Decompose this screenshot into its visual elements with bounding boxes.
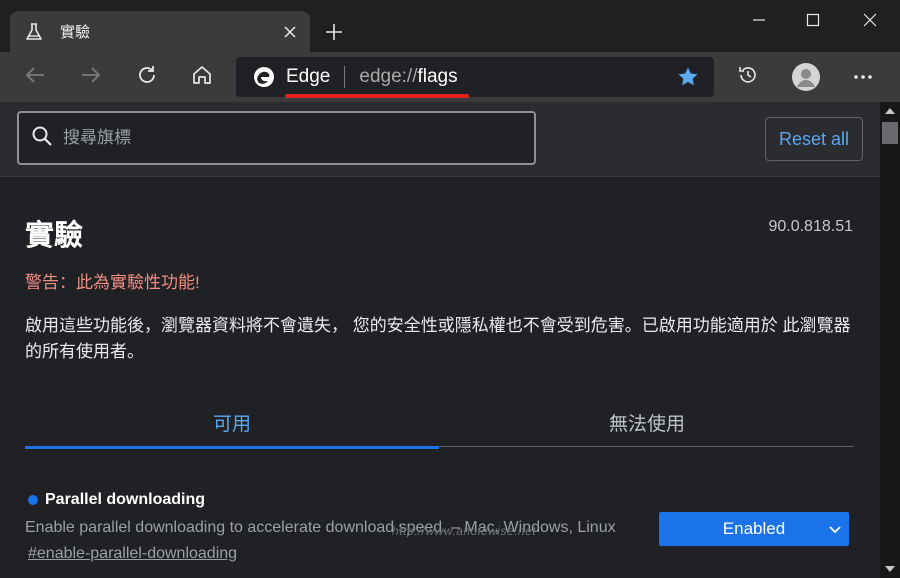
scroll-thumb[interactable] — [882, 122, 898, 144]
enabled-dot-icon — [28, 495, 38, 505]
tab-bar: 可用 無法使用 — [25, 397, 854, 449]
forward-button[interactable] — [74, 60, 108, 94]
flag-state-select[interactable]: Enabled — [659, 512, 849, 546]
flask-icon — [24, 22, 44, 42]
search-icon — [31, 125, 53, 152]
flag-name: Parallel downloading — [45, 491, 206, 508]
history-button[interactable] — [731, 60, 765, 94]
scroll-up-arrow-icon[interactable] — [880, 102, 900, 120]
chevron-down-icon — [827, 521, 843, 542]
edge-logo-icon — [252, 65, 276, 89]
search-header: Reset all — [0, 102, 880, 177]
version-label: 90.0.818.51 — [768, 218, 853, 235]
maximize-button[interactable] — [789, 4, 837, 36]
address-bar[interactable]: Edge edge://flags — [236, 57, 714, 97]
more-icon[interactable] — [846, 60, 880, 94]
refresh-icon — [136, 64, 158, 91]
page-title: 實驗 — [25, 220, 84, 252]
home-button[interactable] — [185, 60, 219, 94]
avatar[interactable] — [789, 60, 823, 94]
new-tab-button[interactable] — [318, 16, 350, 48]
reset-all-button[interactable]: Reset all — [765, 117, 863, 161]
close-tab-icon[interactable] — [276, 18, 304, 46]
scroll-down-arrow-icon[interactable] — [880, 560, 900, 578]
tab-title: 實驗 — [60, 24, 91, 41]
url-scheme: edge:// — [359, 66, 418, 87]
back-button[interactable] — [18, 60, 52, 94]
history-icon — [737, 64, 759, 91]
search-input[interactable] — [63, 128, 503, 148]
description-text: 啟用這些功能後，瀏覽器資料將不會遺失， 您的安全性或隱私權也不會受到危害。已啟用… — [25, 316, 851, 361]
omnibox-url: edge://flags — [359, 66, 457, 88]
warning-text: 警告：此為實驗性功能! — [25, 273, 200, 292]
flags-page: Reset all 實驗 90.0.818.51 警告：此為實驗性功能! 啟用這… — [0, 102, 880, 578]
watermark: http://www.aholewise.net — [392, 524, 537, 538]
refresh-button[interactable] — [130, 60, 164, 94]
omnibox-site-label: Edge — [286, 66, 331, 87]
forward-arrow-icon — [80, 64, 102, 91]
tab-available[interactable]: 可用 — [25, 397, 439, 449]
tab-unavailable[interactable]: 無法使用 — [440, 397, 854, 447]
star-icon[interactable] — [674, 63, 702, 91]
home-icon — [191, 64, 213, 91]
search-box[interactable] — [17, 111, 536, 165]
back-arrow-icon — [24, 64, 46, 91]
highlight-underline — [285, 94, 469, 98]
flag-state-value: Enabled — [722, 519, 786, 538]
browser-tab[interactable]: 實驗 — [10, 11, 310, 52]
omnibox-divider — [344, 66, 346, 88]
close-window-button[interactable] — [846, 4, 894, 36]
flag-title: Parallel downloading — [25, 491, 855, 509]
flag-link[interactable]: #enable-parallel-downloading — [28, 545, 237, 563]
scrollbar[interactable] — [880, 102, 900, 578]
url-host: flags — [417, 66, 458, 87]
minimize-button[interactable] — [735, 4, 783, 36]
tab-strip: 實驗 — [0, 0, 900, 52]
